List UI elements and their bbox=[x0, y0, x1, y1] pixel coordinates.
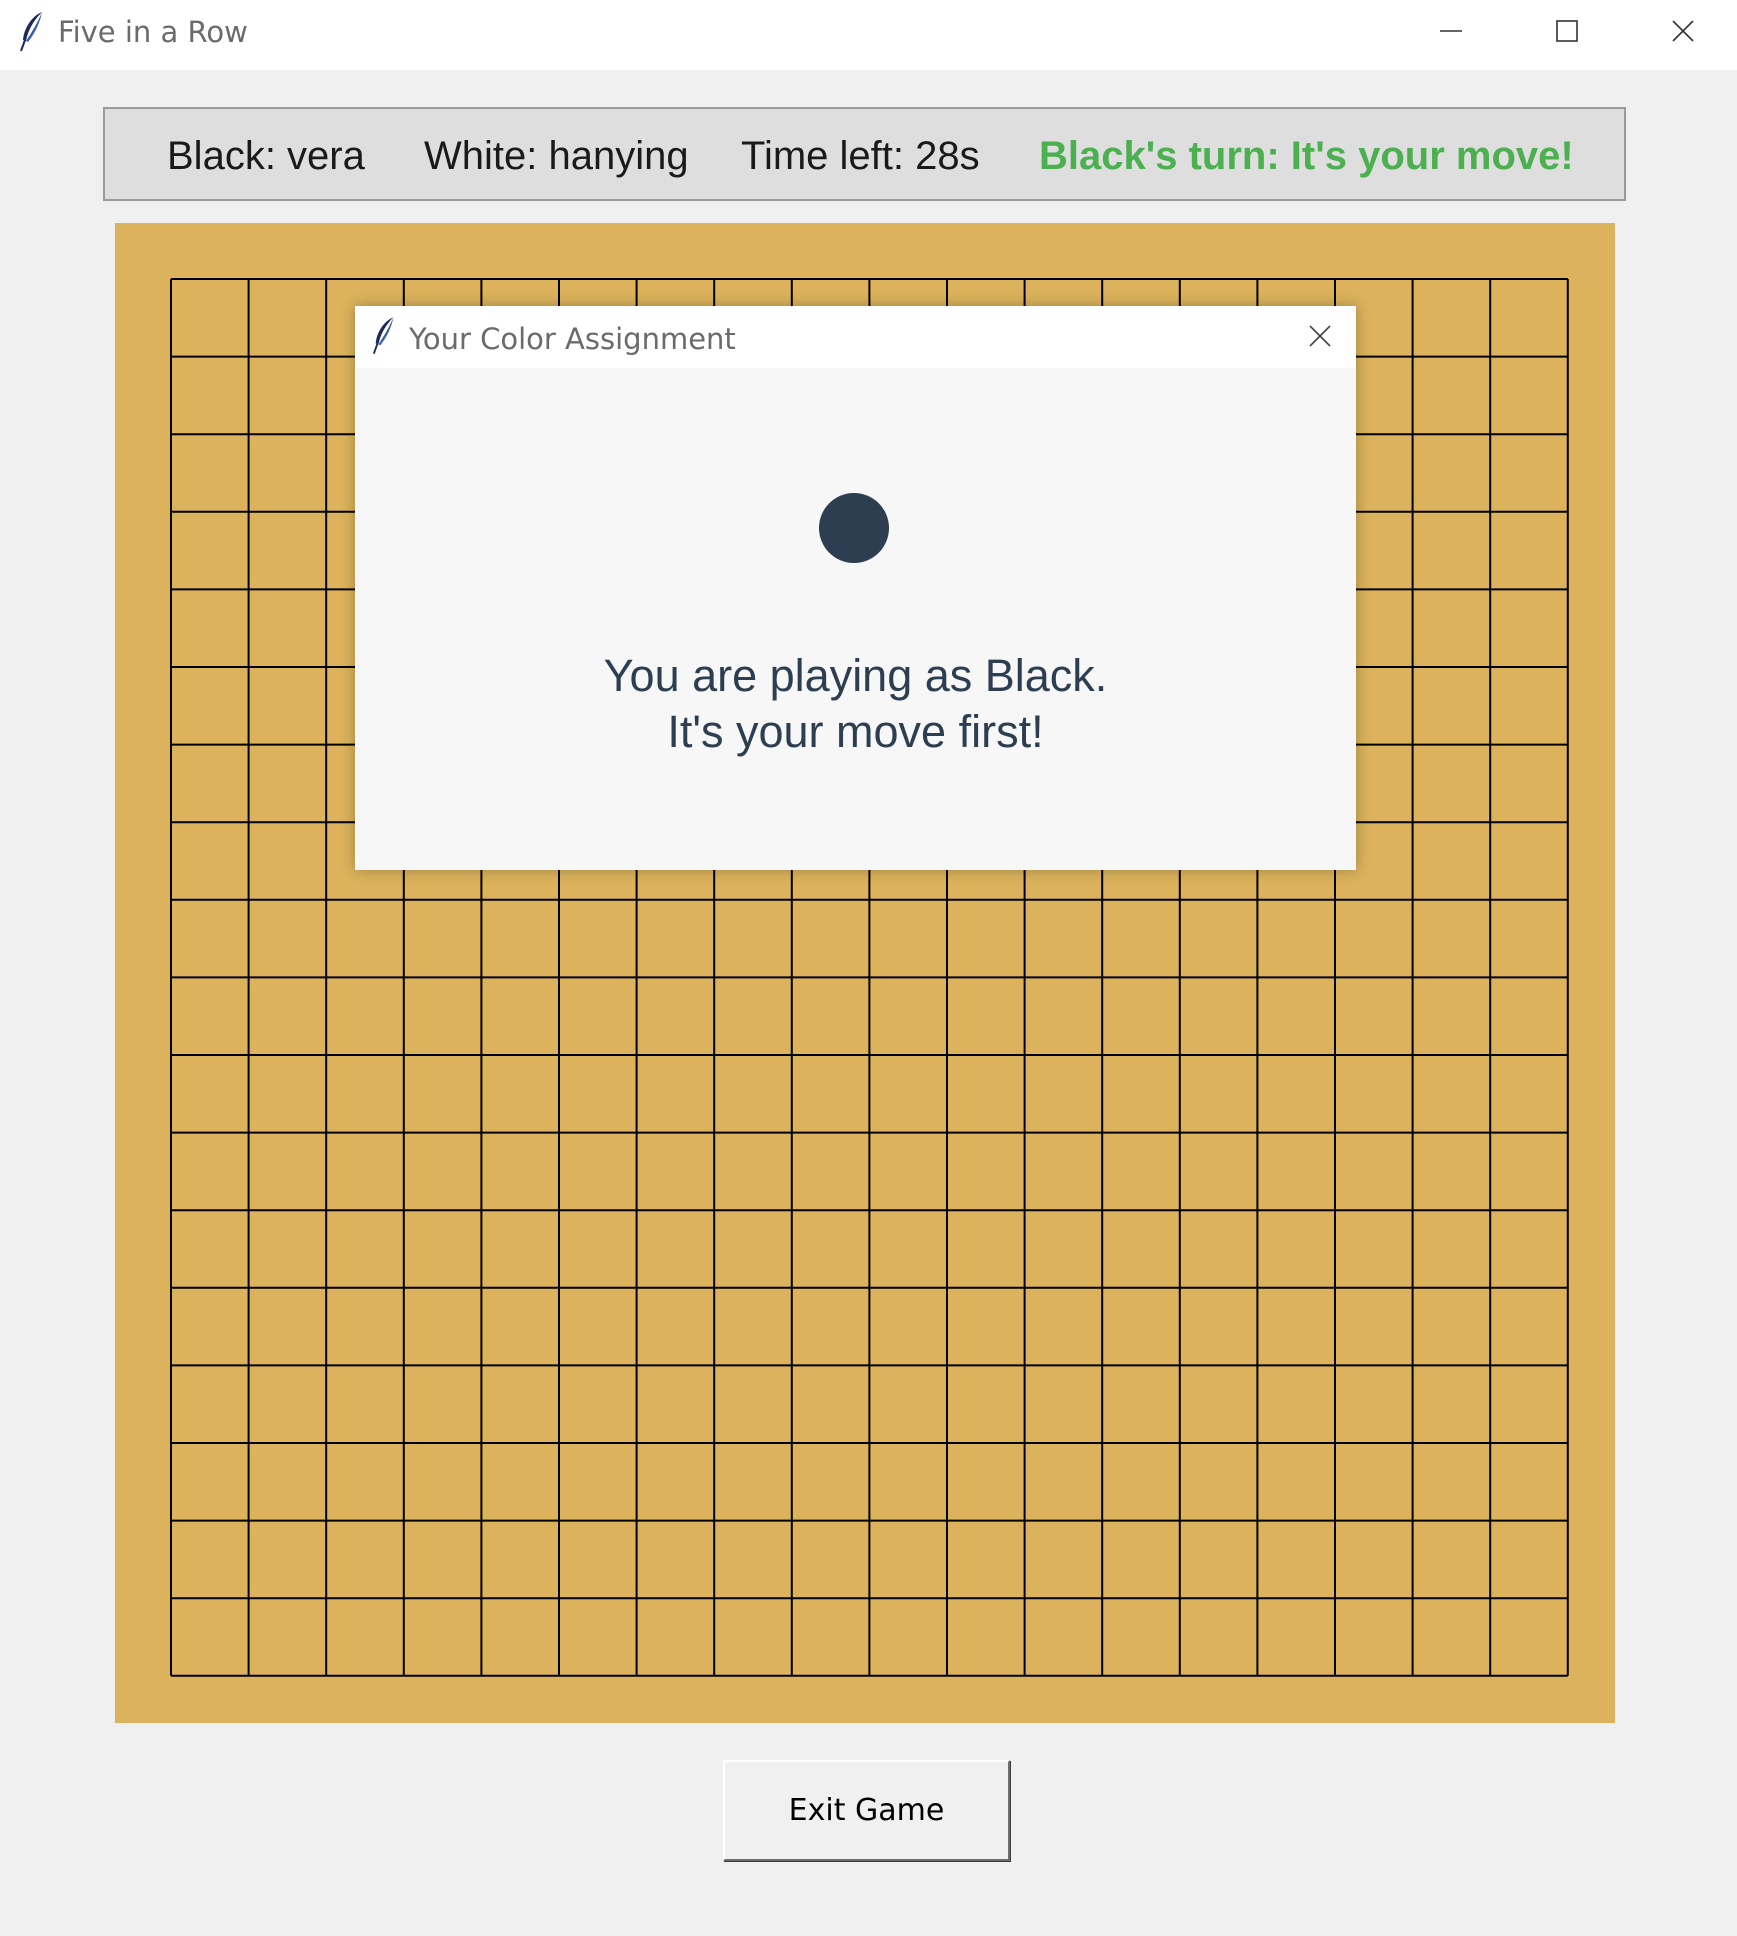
window-title: Five in a Row bbox=[58, 15, 248, 49]
close-icon bbox=[1672, 20, 1694, 42]
dialog-title: Your Color Assignment bbox=[409, 322, 736, 356]
status-bar: Black: vera White: hanying Time left: 28… bbox=[103, 107, 1626, 201]
minimize-button[interactable] bbox=[1394, 0, 1508, 62]
white-player-label: White: hanying bbox=[424, 134, 689, 178]
minimize-icon bbox=[1440, 30, 1462, 32]
dialog-message: You are playing as Black. It's your move… bbox=[355, 648, 1356, 760]
window-titlebar: Five in a Row bbox=[0, 0, 1737, 70]
dialog-titlebar: Your Color Assignment bbox=[355, 306, 1356, 368]
dialog-message-line2: It's your move first! bbox=[667, 706, 1044, 757]
black-player-label: Black: vera bbox=[167, 134, 365, 178]
close-icon bbox=[1309, 325, 1331, 347]
time-left-label: Time left: 28s bbox=[741, 134, 980, 178]
dialog-message-line1: You are playing as Black. bbox=[603, 650, 1108, 701]
feather-icon bbox=[372, 317, 394, 354]
feather-icon bbox=[20, 12, 42, 52]
color-assignment-dialog: Your Color Assignment You are playing as… bbox=[355, 306, 1356, 870]
dialog-close-button[interactable] bbox=[1300, 316, 1340, 356]
maximize-button[interactable] bbox=[1510, 0, 1624, 62]
maximize-icon bbox=[1556, 20, 1578, 42]
exit-game-button[interactable]: Exit Game bbox=[723, 1760, 1010, 1861]
turn-status-label: Black's turn: It's your move! bbox=[1039, 134, 1574, 178]
close-window-button[interactable] bbox=[1626, 0, 1737, 62]
black-stone-icon bbox=[819, 493, 889, 563]
